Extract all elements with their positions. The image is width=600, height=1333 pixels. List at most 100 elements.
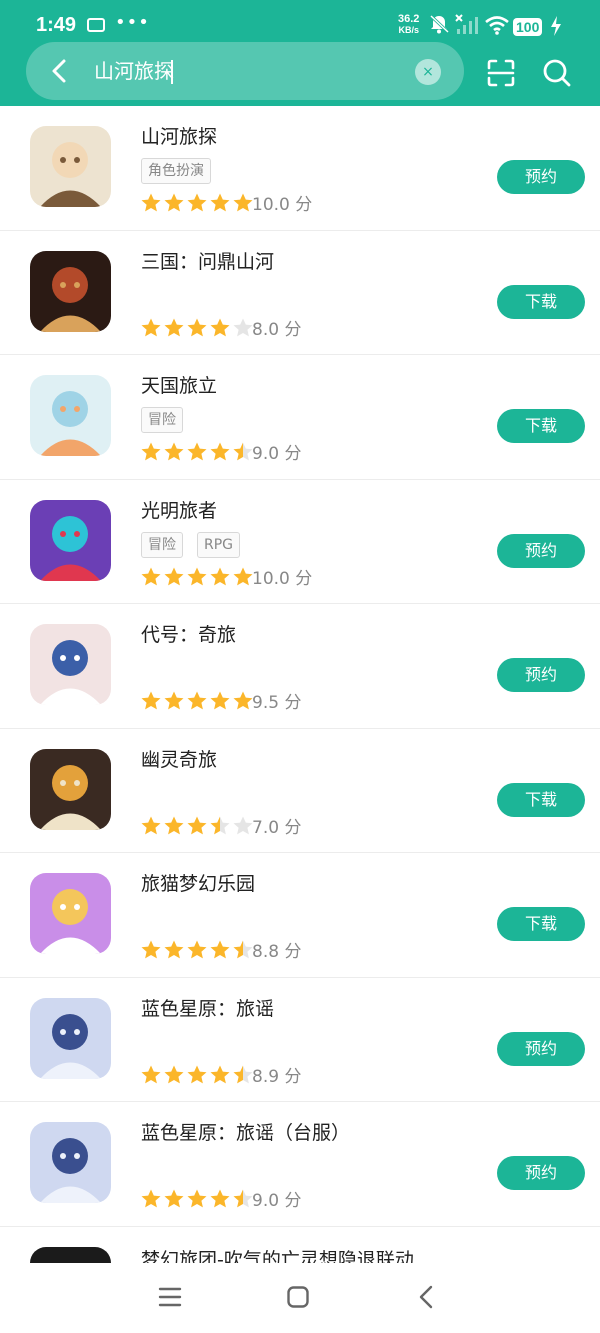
app-icon[interactable] — [30, 499, 111, 581]
app-list-item[interactable]: 天国旅立冒险 9.0 分 下载 — [0, 355, 600, 480]
rating-score: 8.8 分 — [252, 942, 302, 962]
app-list-item[interactable]: 蓝色星原：旅谣（台服） 9.0 分 预约 — [0, 1102, 600, 1227]
star-icon — [141, 567, 161, 585]
app-icon[interactable] — [30, 748, 111, 830]
app-list-item[interactable]: 代号：奇旅 9.5 分 预约 — [0, 604, 600, 729]
home-icon[interactable] — [286, 1285, 310, 1309]
star-icon — [141, 1189, 161, 1208]
notification-app-icon — [87, 18, 105, 32]
star-icon — [141, 442, 161, 461]
star-icon — [210, 1065, 230, 1083]
app-title[interactable]: 蓝色星原：旅谣（台服） — [141, 1118, 350, 1145]
app-icon[interactable] — [30, 624, 111, 705]
genre-tag: 角色扮演 — [141, 158, 211, 184]
app-icon[interactable] — [30, 873, 111, 954]
star-icon — [210, 816, 230, 834]
rating-score: 9.0 分 — [252, 1191, 302, 1211]
star-rating — [140, 690, 255, 712]
back-arrow-icon[interactable] — [46, 57, 74, 85]
app-list-item[interactable]: 幽灵奇旅 7.0 分 下载 — [0, 729, 600, 853]
app-icon[interactable] — [30, 375, 111, 456]
star-icon — [187, 1189, 207, 1208]
rating-score: 7.0 分 — [252, 817, 302, 838]
star-rating — [140, 566, 255, 588]
search-icon[interactable] — [542, 58, 572, 88]
download-button[interactable]: 下载 — [497, 284, 585, 319]
download-button[interactable]: 下载 — [497, 409, 585, 443]
app-icon-art — [30, 1122, 111, 1203]
star-icon — [210, 567, 230, 585]
app-list-item[interactable]: 蓝色星原：旅谣 8.9 分 预约 — [0, 978, 600, 1102]
app-icon-art — [30, 375, 111, 456]
app-icon-art — [30, 126, 111, 207]
download-button[interactable]: 下载 — [497, 907, 585, 941]
star-icon — [164, 1065, 184, 1083]
star-icon — [187, 691, 207, 710]
star-icon — [164, 567, 184, 585]
star-icon — [187, 318, 207, 336]
genre-tag: 冒险 — [141, 407, 183, 433]
app-title[interactable]: 代号：奇旅 — [141, 620, 236, 647]
app-title[interactable]: 天国旅立 — [141, 371, 217, 398]
search-input[interactable]: 山河旅探 — [94, 57, 174, 85]
app-list-item[interactable]: 光明旅者 冒险 RPG 10.0 分 预约 — [0, 480, 600, 604]
star-icon — [210, 318, 230, 336]
app-title[interactable]: 旅猫梦幻乐园 — [141, 869, 255, 896]
rating-score: 9.0 分 — [252, 444, 302, 464]
app-title[interactable]: 山河旅探 — [141, 122, 217, 149]
star-icon — [164, 193, 184, 212]
star-icon — [164, 1189, 184, 1208]
app-icon[interactable] — [30, 997, 111, 1079]
app-icon[interactable] — [30, 1122, 111, 1203]
star-icon — [187, 567, 207, 585]
clear-search-icon[interactable]: × — [415, 59, 441, 85]
reserve-button[interactable]: 预约 — [497, 160, 585, 194]
app-icon[interactable] — [30, 250, 111, 332]
star-icon — [164, 940, 184, 959]
star-icon — [164, 318, 184, 336]
app-title[interactable]: 蓝色星原：旅谣 — [141, 994, 274, 1021]
app-tags: 冒险 — [141, 407, 197, 433]
wifi-icon — [485, 16, 509, 35]
star-rating — [140, 939, 255, 961]
more-notifications-icon: ••• — [115, 12, 150, 33]
app-icon-art — [30, 250, 111, 332]
star-icon — [141, 1065, 161, 1083]
back-nav-icon[interactable] — [416, 1284, 436, 1310]
top-bar: 1:49 ••• 36.2 KB/s 100 山河旅探 × — [0, 0, 600, 106]
charging-icon — [551, 16, 561, 36]
star-icon — [141, 318, 161, 336]
download-button[interactable]: 下载 — [497, 782, 585, 817]
app-title[interactable]: 光明旅者 — [141, 496, 217, 523]
app-list-item[interactable]: 三国：问鼎山河 8.0 分 下载 — [0, 231, 600, 355]
app-icon-art — [30, 873, 111, 954]
app-icon-art — [30, 624, 111, 705]
reserve-button[interactable]: 预约 — [497, 533, 585, 568]
reserve-button[interactable]: 预约 — [497, 658, 585, 692]
app-list-item[interactable]: 旅猫梦幻乐园 8.8 分 下载 — [0, 853, 600, 978]
app-list-item[interactable]: 山河旅探 角色扮演 10.0 分 预约 — [0, 106, 600, 231]
app-list-item[interactable]: 梦幻旅团-吹气的亡灵想隐退联动 — [0, 1227, 600, 1267]
scan-icon[interactable] — [486, 58, 516, 88]
app-title[interactable]: 幽灵奇旅 — [141, 745, 217, 772]
network-speed-value: 36.2 — [398, 13, 420, 25]
status-bar: 1:49 ••• 36.2 KB/s 100 — [0, 0, 600, 44]
star-icon — [164, 442, 184, 461]
signal-icon — [455, 14, 478, 34]
star-icon — [210, 193, 230, 212]
search-bar[interactable]: 山河旅探 × — [26, 42, 464, 100]
menu-icon[interactable] — [158, 1286, 182, 1308]
star-icon — [233, 1065, 253, 1083]
reserve-button[interactable]: 预约 — [497, 1031, 585, 1066]
star-icon — [233, 193, 253, 212]
app-icon[interactable] — [30, 126, 111, 207]
star-rating — [140, 441, 255, 463]
reserve-button[interactable]: 预约 — [497, 1156, 585, 1190]
app-icon-art — [30, 748, 111, 830]
star-icon — [233, 691, 253, 710]
star-icon — [233, 1189, 253, 1208]
star-icon — [187, 940, 207, 959]
app-icon-art — [30, 499, 111, 581]
genre-tag: 冒险 — [141, 531, 183, 558]
app-title[interactable]: 三国：问鼎山河 — [141, 247, 274, 274]
